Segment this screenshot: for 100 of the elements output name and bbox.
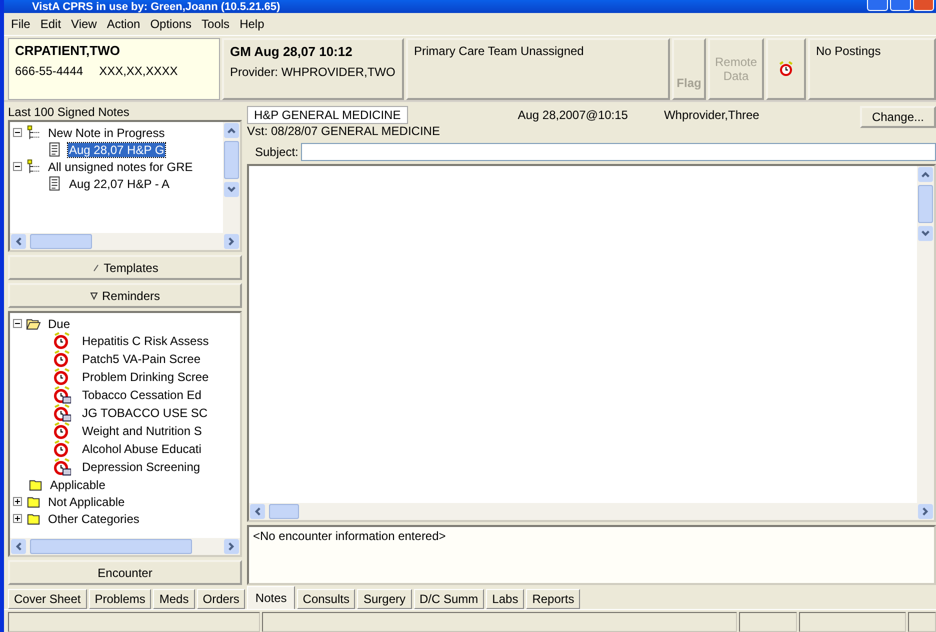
reminder-item[interactable]: Alcohol Abuse Educati bbox=[81, 442, 202, 456]
visit-location-time: GM Aug 28,07 10:12 bbox=[230, 44, 354, 59]
reminder-item[interactable]: Weight and Nutrition S bbox=[81, 424, 203, 438]
alarm-clock-icon bbox=[53, 350, 71, 368]
scroll-thumb[interactable] bbox=[30, 539, 192, 554]
notes-list-label: Last 100 Signed Notes bbox=[8, 105, 130, 120]
encounter-info-text: <No encounter information entered> bbox=[253, 529, 446, 543]
reminder-category[interactable]: Not Applicable bbox=[47, 494, 126, 508]
tab[interactable]: Consults bbox=[296, 589, 356, 609]
clock-with-note-icon bbox=[53, 458, 71, 476]
reminder-item[interactable]: Tobacco Cessation Ed bbox=[81, 388, 202, 402]
collapse-toggle-icon[interactable] bbox=[13, 162, 22, 171]
scroll-down-icon[interactable] bbox=[224, 182, 239, 197]
tree-node[interactable]: All unsigned notes for GRE bbox=[47, 160, 194, 174]
scroll-left-icon[interactable] bbox=[11, 234, 26, 249]
change-button[interactable]: Change... bbox=[860, 106, 936, 128]
status-pane bbox=[908, 612, 936, 632]
note-visit: Vst: 08/28/07 GENERAL MEDICINE bbox=[247, 125, 441, 138]
vertical-scrollbar[interactable] bbox=[223, 122, 240, 233]
scroll-thumb[interactable] bbox=[30, 234, 92, 249]
collapse-toggle-icon[interactable] bbox=[13, 319, 22, 328]
primary-care-panel[interactable]: Primary Care Team Unassigned bbox=[406, 38, 670, 100]
reminder-item[interactable]: Problem Drinking Scree bbox=[81, 370, 210, 384]
reminder-category[interactable]: Other Categories bbox=[47, 512, 140, 526]
reminders-panel[interactable] bbox=[766, 38, 806, 100]
note-group-icon bbox=[26, 159, 41, 174]
horizontal-scrollbar[interactable] bbox=[10, 538, 240, 555]
scroll-up-icon[interactable] bbox=[224, 123, 239, 138]
tab[interactable]: Cover Sheet bbox=[8, 589, 87, 609]
alarm-clock-icon bbox=[53, 422, 71, 440]
document-icon bbox=[47, 176, 62, 191]
subject-label: Subject: bbox=[255, 145, 298, 159]
close-button[interactable] bbox=[913, 0, 934, 11]
note-item[interactable]: Aug 28,07 H&P G bbox=[68, 142, 166, 156]
tab[interactable]: Surgery bbox=[357, 589, 412, 609]
alarm-clock-icon bbox=[778, 61, 794, 77]
vertical-scrollbar[interactable] bbox=[917, 166, 934, 503]
templates-button[interactable]: Templates bbox=[8, 255, 242, 280]
scroll-up-icon[interactable] bbox=[918, 167, 933, 182]
note-group-icon bbox=[26, 125, 41, 140]
clock-with-note-icon bbox=[53, 404, 71, 422]
horizontal-scrollbar[interactable] bbox=[249, 503, 934, 520]
postings-panel[interactable]: No Postings bbox=[808, 38, 936, 100]
reminder-item[interactable]: Depression Screening bbox=[81, 460, 202, 474]
tab[interactable]: Meds bbox=[153, 589, 195, 609]
scroll-right-icon[interactable] bbox=[918, 504, 933, 519]
menu-item[interactable]: Edit bbox=[35, 17, 66, 31]
tab[interactable]: Orders bbox=[196, 589, 246, 609]
expand-toggle-icon[interactable] bbox=[13, 514, 22, 523]
slash-icon bbox=[92, 264, 100, 272]
menu-item[interactable]: Help bbox=[234, 17, 270, 31]
tab[interactable]: Reports bbox=[526, 589, 580, 609]
visit-provider: Provider: WHPROVIDER,TWO bbox=[230, 65, 396, 79]
patient-ssn: 666-55-4444 bbox=[15, 64, 84, 78]
menu-item[interactable]: View bbox=[66, 17, 102, 31]
scroll-thumb[interactable] bbox=[918, 185, 933, 223]
encounter-button[interactable]: Encounter bbox=[8, 560, 242, 585]
note-date: Aug 28,2007@10:15 bbox=[518, 108, 628, 122]
tab[interactable]: Notes bbox=[247, 586, 295, 609]
menu-item[interactable]: Options bbox=[145, 17, 197, 31]
reminder-item[interactable]: JG TOBACCO USE SC bbox=[81, 406, 209, 420]
horizontal-scrollbar[interactable] bbox=[10, 233, 240, 250]
alarm-clock-icon bbox=[53, 368, 71, 386]
triangle-icon bbox=[90, 292, 98, 300]
tab[interactable]: Labs bbox=[486, 589, 524, 609]
reminder-category[interactable]: Applicable bbox=[49, 478, 106, 492]
visit-panel[interactable]: GM Aug 28,07 10:12 Provider: WHPROVIDER,TWO bbox=[222, 38, 404, 100]
patient-dob: XXX,XX,XXXX bbox=[99, 64, 178, 78]
alarm-clock-icon bbox=[53, 440, 71, 458]
scroll-down-icon[interactable] bbox=[918, 226, 933, 241]
scroll-left-icon[interactable] bbox=[250, 504, 265, 519]
maximize-button[interactable] bbox=[890, 0, 911, 11]
scroll-right-icon[interactable] bbox=[224, 234, 239, 249]
menu-item[interactable]: Tools bbox=[196, 17, 235, 31]
minimize-button[interactable] bbox=[867, 0, 888, 11]
scroll-thumb[interactable] bbox=[269, 504, 299, 519]
tree-node[interactable]: New Note in Progress bbox=[47, 126, 166, 140]
scroll-right-icon[interactable] bbox=[224, 539, 239, 554]
reminders-button[interactable]: Reminders bbox=[8, 283, 242, 308]
primary-care-text: Primary Care Team Unassigned bbox=[414, 44, 585, 58]
reminder-item[interactable]: Patch5 VA-Pain Scree bbox=[81, 352, 202, 366]
scroll-thumb[interactable] bbox=[224, 141, 239, 179]
status-pane bbox=[739, 612, 797, 632]
note-title: H&P GENERAL MEDICINE bbox=[247, 106, 408, 124]
postings-text: No Postings bbox=[816, 44, 882, 58]
menu-item[interactable]: File bbox=[6, 17, 36, 31]
window-title: VistA CPRS in use by: Green,Joann (10.5.21.65) bbox=[32, 1, 280, 13]
reminder-item[interactable]: Hepatitis C Risk Assess bbox=[81, 334, 210, 348]
tab[interactable]: D/C Summ bbox=[414, 589, 484, 609]
scroll-left-icon[interactable] bbox=[11, 539, 26, 554]
note-item[interactable]: Aug 22,07 H&P - A bbox=[68, 176, 171, 190]
patient-name: CRPATIENT,TWO bbox=[15, 43, 121, 58]
menu-item[interactable]: Action bbox=[102, 17, 146, 31]
note-author: Whprovider,Three bbox=[664, 108, 760, 122]
collapse-toggle-icon[interactable] bbox=[13, 128, 22, 137]
reminder-category[interactable]: Due bbox=[47, 316, 72, 330]
patient-panel[interactable]: CRPATIENT,TWO 666-55-4444 XXX,XX,XXXX bbox=[8, 38, 220, 100]
expand-toggle-icon[interactable] bbox=[13, 497, 22, 506]
tab[interactable]: Problems bbox=[88, 589, 152, 609]
subject-field[interactable] bbox=[301, 143, 936, 161]
